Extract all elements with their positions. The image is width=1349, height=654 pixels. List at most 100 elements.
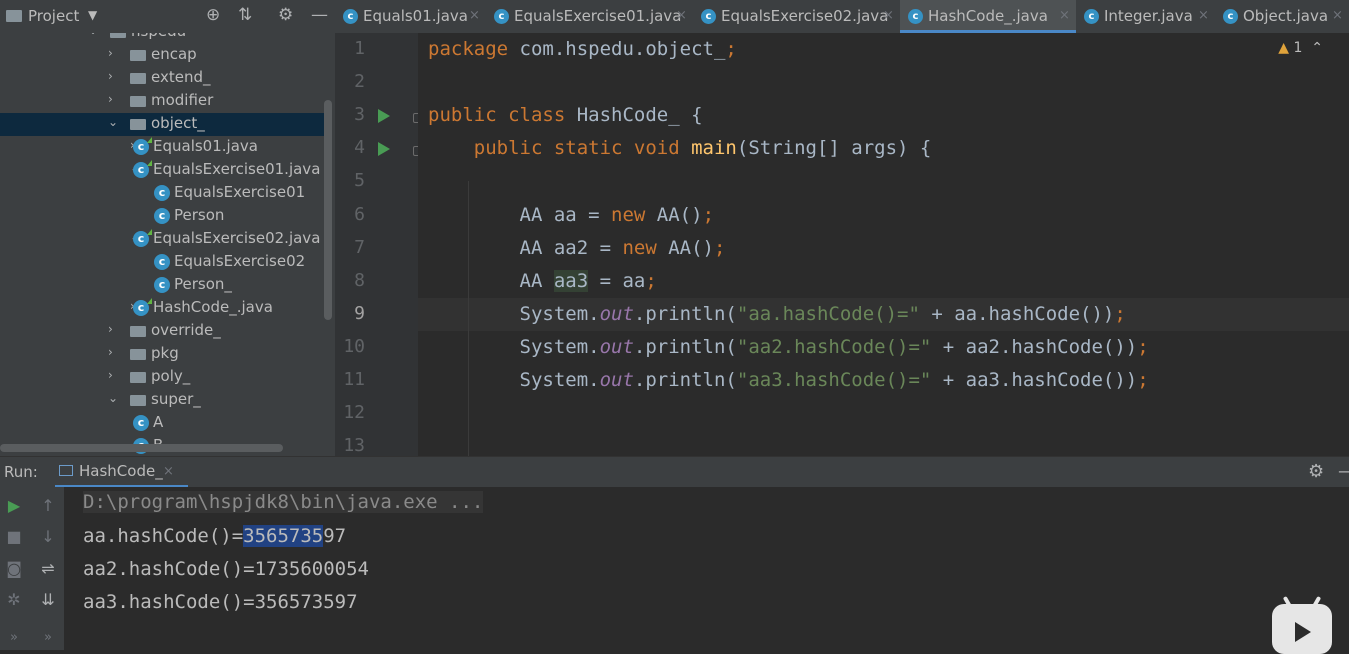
class-icon: c [154,208,170,224]
line-number: 7 [354,236,365,258]
inspection-widget[interactable]: ▲ 1 ⌃ [1278,40,1323,56]
tree-item-poly[interactable]: › poly_ [0,366,325,389]
stop-icon[interactable]: ■ [4,527,24,546]
chevron-right-icon[interactable]: › [108,69,113,83]
tree-item-encap[interactable]: › encap [0,44,325,67]
code-token: "aa.hashCode()=" [736,302,920,325]
java-file-icon: c [133,160,152,178]
tab-label: HashCode_.java [928,7,1048,25]
tab-label: Object.java [1243,7,1329,25]
close-icon[interactable]: × [1059,8,1070,23]
chevron-down-icon[interactable]: ⌄ [108,391,118,405]
tab-hashcode-java[interactable]: c HashCode_.java × [900,0,1076,33]
gear-icon[interactable]: ⚙ [1308,461,1324,482]
tree-item-equalsexercise02-java[interactable]: ⌄cEqualsExercise02.java [0,228,325,251]
chevron-right-icon[interactable]: › [108,368,113,382]
code-line-4[interactable]: public static void main(String[] args) { [428,137,932,160]
tree-item-person[interactable]: c Person [0,205,325,228]
run-class-icon[interactable] [378,109,390,123]
run-main-icon[interactable] [378,142,390,156]
tree-item-override[interactable]: › override_ [0,320,325,343]
collapse-all-icon[interactable]: ⇅ [238,5,252,25]
code-token: ; [714,236,726,259]
arrow-down-icon[interactable]: ↓ [38,527,58,546]
close-icon[interactable]: × [1332,8,1343,23]
soft-wrap-icon[interactable]: ⇌ [38,559,58,578]
screenshot-icon[interactable]: ◙ [4,559,24,578]
code-token: (String[] args) { [736,137,932,160]
tree-item-modifier[interactable]: › modifier [0,90,325,113]
tree-horizontal-scrollbar[interactable] [0,444,283,452]
minimize-icon[interactable]: — [1338,461,1349,482]
code-line-11[interactable]: System.out.println("aa3.hashCode()=" + a… [428,369,1149,391]
close-icon[interactable]: × [1198,8,1209,23]
video-play-logo-icon[interactable] [1272,595,1332,654]
editor-gutter: 1 2 3 4 5 6 7 8 9 10 11 12 13 [335,33,423,456]
code-line-9[interactable]: System.out.println("aa.hashCode()=" + aa… [428,303,1126,325]
tree-item-equalsexercise01-java[interactable]: ⌄cEqualsExercise01.java [0,159,325,182]
tab-integer-java[interactable]: c Integer.java × [1076,0,1215,33]
chevron-right-icon[interactable]: › [108,345,113,359]
tree-item-hashcode-java[interactable]: ›cHashCode_.java [0,297,325,320]
tree-item-label: encap [151,45,197,63]
close-icon[interactable]: × [163,464,174,479]
code-line-7[interactable]: AA aa2 = new AA(); [428,236,726,259]
run-console[interactable]: D:\program\hspjdk8\bin\java.exe ... aa.h… [64,487,1349,650]
tree-item-equalsexercise01[interactable]: c EqualsExercise01 [0,182,325,205]
package-folder-icon [130,395,146,406]
locate-icon[interactable]: ⊕ [206,5,220,25]
run-tab-hashcode[interactable]: HashCode_ × [55,457,188,488]
project-view-selector[interactable]: Project [6,7,79,25]
code-line-3[interactable]: public class HashCode_ { [428,104,703,126]
tree-item-person[interactable]: c Person_ [0,274,325,297]
chevron-down-icon[interactable]: ▼ [88,8,97,22]
arrow-up-icon[interactable]: ↑ [38,496,58,515]
code-token: package [428,38,520,60]
class-icon: c [133,415,149,431]
tree-item-label: EqualsExercise02.java [153,229,321,247]
code-token: public class [428,104,577,127]
code-line-1[interactable]: package com.hspedu.object_; [428,38,737,60]
scroll-to-end-icon[interactable]: ⇊ [38,590,58,609]
chevron-down-icon[interactable]: ⌄ [108,115,118,129]
tab-object-java[interactable]: c Object.java × [1215,0,1349,33]
pin-icon[interactable]: ✲ [4,590,24,609]
tree-item-super[interactable]: ⌄ super_ [0,389,325,412]
more-right-icon[interactable]: » [38,630,58,645]
console-selected-text: 3565735 [243,525,324,547]
code-token: ; [645,269,657,292]
rerun-icon[interactable]: ▶ [4,496,24,515]
tree-item-equals01-java[interactable]: ›cEquals01.java [0,136,325,159]
chevron-up-icon[interactable]: ⌃ [1311,40,1323,56]
tab-equalsexercise01-java[interactable]: c EqualsExercise01.java × [486,0,693,33]
gear-icon[interactable]: ⚙ [278,5,293,25]
close-icon[interactable]: × [676,8,687,23]
tree-scrollbar[interactable] [324,100,332,320]
tree-item-object[interactable]: ⌄ object_ [0,113,325,136]
tree-item-a[interactable]: cA [0,412,325,435]
tab-equals01-java[interactable]: c Equals01.java × [335,0,486,33]
code-token: .println( [633,369,737,391]
code-editor[interactable]: ▲ 1 ⌃ package com.hspedu.object_;public … [418,33,1349,456]
chevron-right-icon[interactable]: › [108,46,113,60]
close-icon[interactable]: × [883,8,894,23]
tree-item-equalsexercise02[interactable]: c EqualsExercise02 [0,251,325,274]
more-left-icon[interactable]: » [4,630,24,645]
code-token: AA aa = [428,203,612,226]
java-class-icon: c [1223,9,1238,24]
code-line-10[interactable]: System.out.println("aa2.hashCode()=" + a… [428,336,1149,358]
hide-panel-icon[interactable]: — [311,5,328,25]
tree-item-label: A [153,413,164,431]
run-tab-label: HashCode_ [79,462,163,480]
chevron-right-icon[interactable]: › [108,92,113,106]
tab-label: EqualsExercise02.java [721,7,889,25]
code-line-6[interactable]: AA aa = new AA(); [428,203,715,226]
tab-equalsexercise02-java[interactable]: c EqualsExercise02.java × [693,0,900,33]
close-icon[interactable]: × [469,8,480,23]
chevron-right-icon[interactable]: › [108,322,113,336]
tab-label: Equals01.java [363,7,468,25]
tree-item-pkg[interactable]: › pkg [0,343,325,366]
code-line-8[interactable]: AA aa3 = aa; [428,269,657,292]
console-output-1-prefix: aa.hashCode()= [83,525,244,547]
tree-item-extend[interactable]: › extend_ [0,67,325,90]
